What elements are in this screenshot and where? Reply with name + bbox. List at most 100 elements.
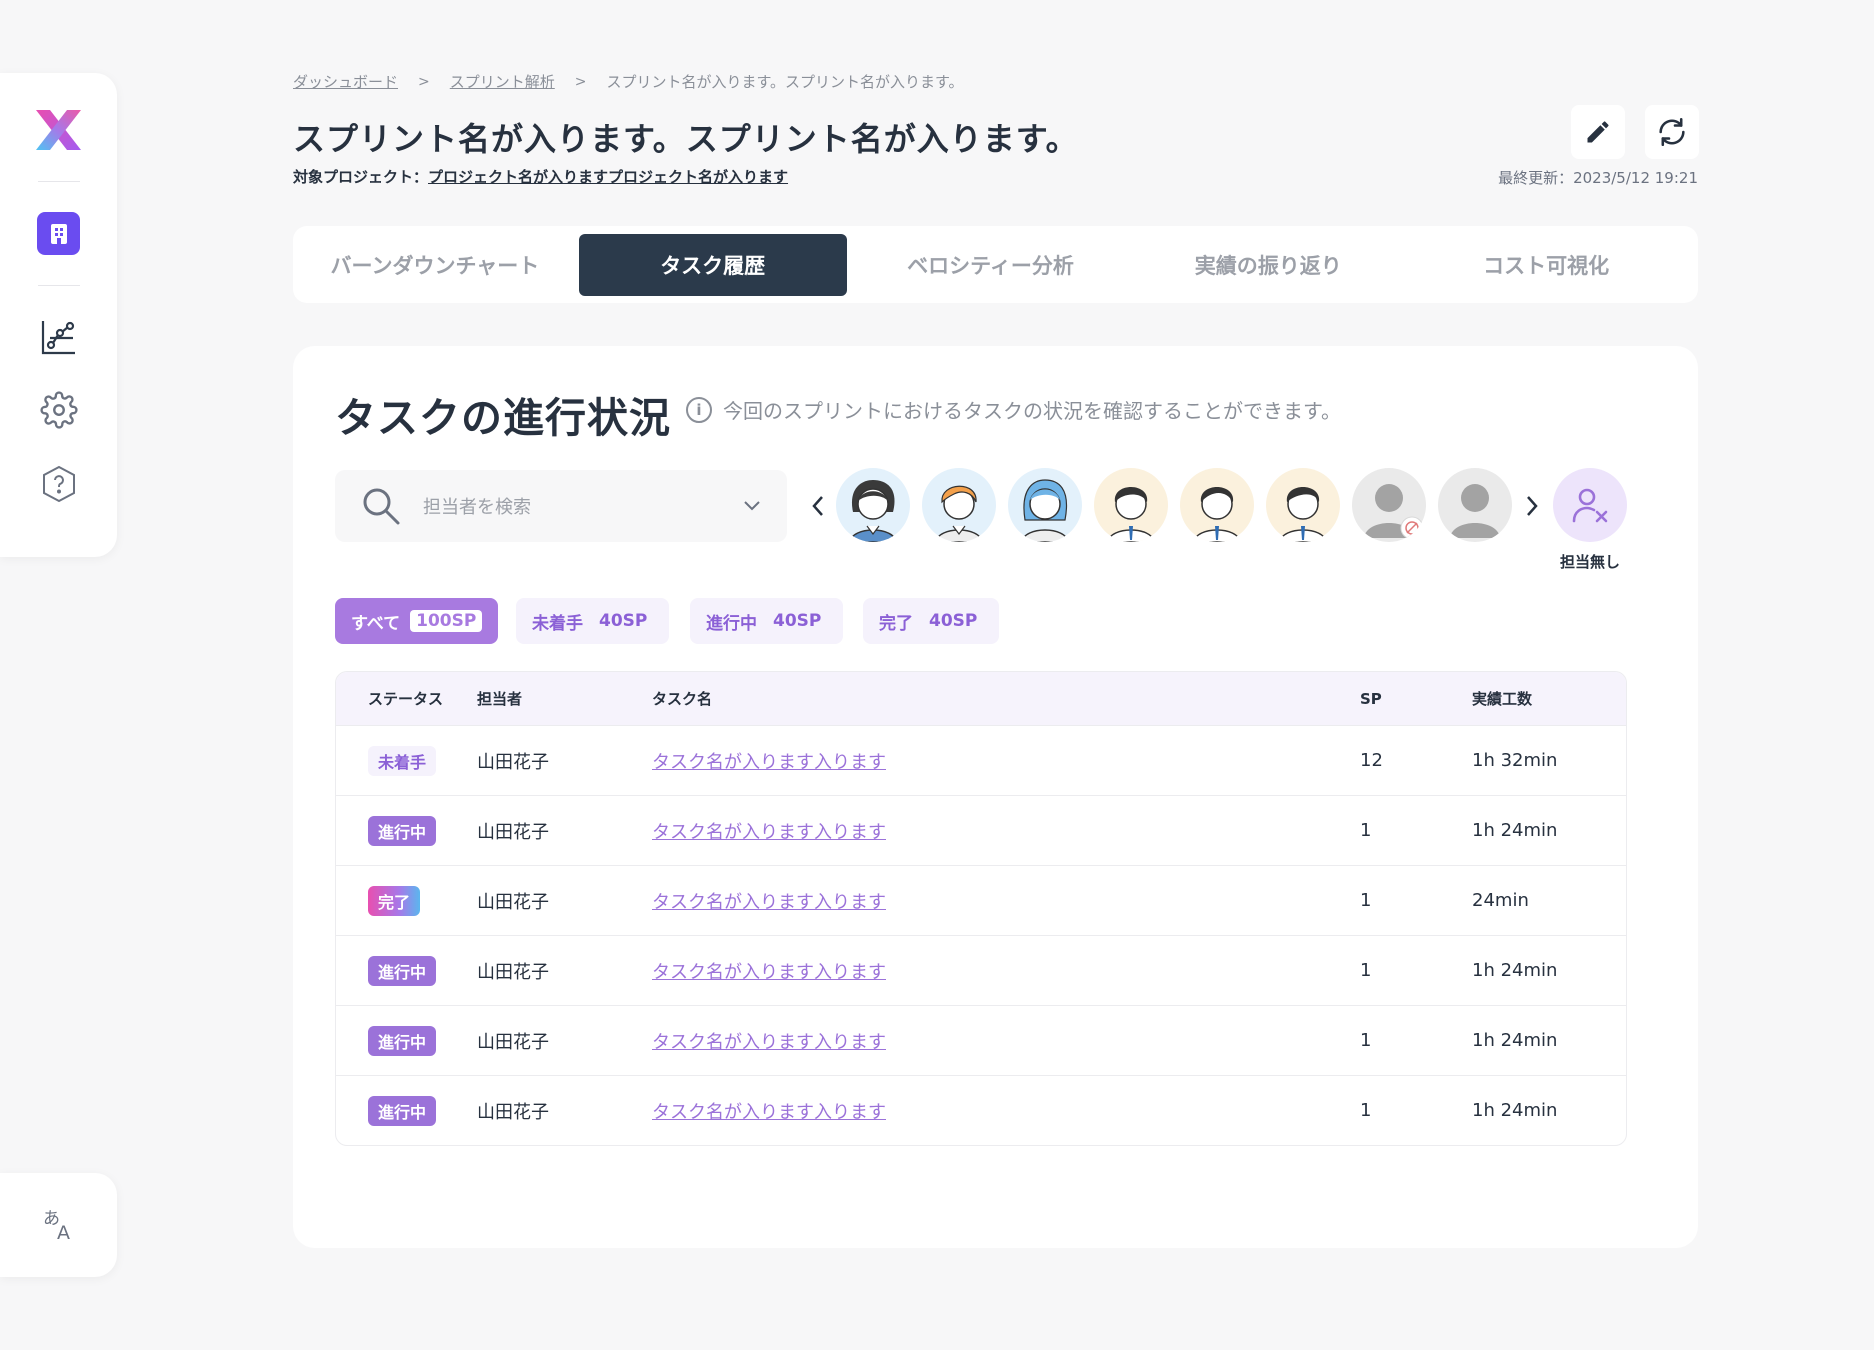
column-status[interactable]: ステータス (368, 688, 477, 709)
avatar-prev-button[interactable] (803, 486, 833, 526)
chevron-right-icon (1527, 496, 1538, 516)
avatar[interactable] (836, 468, 910, 542)
avatar[interactable] (1266, 468, 1340, 542)
assignee-cell: 山田花子 (477, 821, 549, 843)
sidebar (0, 73, 117, 557)
chevron-left-icon (812, 496, 823, 516)
assignee-cell: 山田花子 (477, 961, 549, 983)
assignee-cell: 山田花子 (477, 1101, 549, 1123)
table-row: 未着手 山田花子 タスク名が入ります入ります 12 1h 32min (336, 725, 1626, 795)
tab-retrospective[interactable]: 実績の振り返り (1134, 234, 1402, 296)
edit-button[interactable] (1571, 105, 1625, 159)
avatar[interactable] (1180, 468, 1254, 542)
section-info: i 今回のスプリントにおけるタスクの状況を確認することができます。 (686, 395, 1341, 424)
tab-bar: バーンダウンチャート タスク履歴 ベロシティー分析 実績の振り返り コスト可視化 (293, 226, 1698, 303)
unassigned-filter-button[interactable] (1553, 468, 1627, 542)
avatar[interactable] (1008, 468, 1082, 542)
search-placeholder: 担当者を検索 (423, 497, 531, 518)
status-badge: 進行中 (368, 1095, 437, 1126)
filter-label: 未着手 (532, 613, 583, 634)
status-badge: 進行中 (368, 815, 437, 846)
breadcrumb-separator: > (418, 73, 430, 90)
filter-count: 40SP (929, 611, 978, 631)
refresh-icon (1659, 117, 1685, 147)
task-link[interactable]: タスク名が入ります入ります (652, 822, 886, 843)
breadcrumb: ダッシュボード > スプリント解析 > スプリント名が入ります。スプリント名が入… (293, 71, 964, 92)
search-icon (363, 488, 400, 525)
tab-burndown[interactable]: バーンダウンチャート (301, 234, 569, 296)
breadcrumb-dashboard[interactable]: ダッシュボード (293, 71, 398, 92)
unassigned-label: 担当無し (1559, 553, 1620, 571)
effort-cell: 1h 24min (1472, 960, 1558, 981)
svg-text:A: A (57, 1222, 70, 1242)
table-header: ステータス 担当者 タスク名 SP 実績工数 (336, 672, 1626, 725)
status-badge: 進行中 (368, 955, 437, 986)
building-icon[interactable] (37, 212, 80, 255)
tab-cost[interactable]: コスト可視化 (1412, 234, 1680, 296)
task-link[interactable]: タスク名が入ります入ります (652, 1102, 886, 1123)
section-title: タスクの進行状況 (335, 394, 671, 442)
assignee-cell: 山田花子 (477, 891, 549, 913)
gear-icon[interactable] (38, 389, 80, 431)
status-badge: 進行中 (368, 1025, 437, 1056)
sp-cell: 1 (1360, 890, 1372, 911)
translate-icon[interactable]: あ A (0, 1173, 117, 1277)
last-update: 最終更新：2023/5/12 19:21 (1498, 169, 1698, 187)
task-link[interactable]: タスク名が入ります入ります (652, 892, 886, 913)
column-assignee[interactable]: 担当者 (477, 688, 652, 709)
sp-cell: 1 (1360, 1030, 1372, 1051)
sp-cell: 1 (1360, 960, 1372, 981)
filter-all[interactable]: すべて 100SP (335, 598, 499, 644)
filter-label: すべて (351, 613, 401, 634)
breadcrumb-sprint-analysis[interactable]: スプリント解析 (450, 71, 555, 92)
table-row: 進行中 山田花子 タスク名が入ります入ります 1 1h 24min (336, 935, 1626, 1005)
pencil-icon (1587, 121, 1609, 143)
filter-label: 完了 (879, 613, 913, 634)
avatar[interactable] (922, 468, 996, 542)
sidebar-divider (38, 181, 80, 182)
sidebar-divider (38, 285, 80, 286)
effort-cell: 1h 24min (1472, 1100, 1558, 1121)
avatar[interactable] (1094, 468, 1168, 542)
column-sp[interactable]: SP (1360, 690, 1472, 708)
tab-task-history[interactable]: タスク履歴 (578, 233, 847, 296)
chevron-down-icon (744, 501, 760, 511)
sp-cell: 1 (1360, 820, 1372, 841)
section-info-text: 今回のスプリントにおけるタスクの状況を確認することができます。 (723, 399, 1341, 423)
filter-count: 100SP (410, 610, 483, 632)
info-icon: i (686, 396, 712, 423)
effort-cell: 24min (1472, 890, 1529, 911)
filter-count: 40SP (599, 611, 648, 631)
filter-in-progress[interactable]: 進行中 40SP (690, 598, 844, 644)
x-logo-icon[interactable] (30, 104, 87, 156)
avatar[interactable] (1438, 468, 1512, 542)
user-remove-icon (1572, 488, 1608, 523)
filter-todo[interactable]: 未着手 40SP (516, 598, 670, 644)
refresh-button[interactable] (1645, 105, 1699, 159)
effort-cell: 1h 32min (1472, 750, 1558, 771)
help-icon[interactable] (38, 463, 80, 505)
effort-cell: 1h 24min (1472, 1030, 1558, 1051)
task-link[interactable]: タスク名が入ります入ります (652, 752, 886, 773)
chart-icon[interactable] (38, 316, 80, 358)
task-link[interactable]: タスク名が入ります入ります (652, 1032, 886, 1053)
sp-cell: 12 (1360, 750, 1383, 771)
status-badge: 完了 (368, 885, 421, 916)
assignee-search[interactable]: 担当者を検索 (335, 470, 787, 542)
filter-count: 40SP (773, 611, 822, 631)
assignee-cell: 山田花子 (477, 751, 549, 773)
project-link[interactable]: プロジェクト名が入りますプロジェクト名が入ります (428, 168, 788, 186)
filter-done[interactable]: 完了 40SP (863, 598, 1000, 644)
sp-cell: 1 (1360, 1100, 1372, 1121)
column-effort[interactable]: 実績工数 (1472, 688, 1626, 709)
task-link[interactable]: タスク名が入ります入ります (652, 962, 886, 983)
project-label: 対象プロジェクト： (293, 168, 429, 186)
tab-velocity[interactable]: ベロシティー分析 (857, 234, 1125, 296)
table-row: 完了 山田花子 タスク名が入ります入ります 1 24min (336, 865, 1626, 935)
avatar-next-button[interactable] (1517, 486, 1547, 526)
avatar[interactable] (1352, 468, 1426, 542)
column-task[interactable]: タスク名 (652, 688, 1360, 709)
page-title: スプリント名が入ります。スプリント名が入ります。 (293, 120, 1079, 158)
breadcrumb-current: スプリント名が入ります。スプリント名が入ります。 (606, 73, 964, 91)
task-progress-card: タスクの進行状況 i 今回のスプリントにおけるタスクの状況を確認することができま… (293, 346, 1698, 1248)
